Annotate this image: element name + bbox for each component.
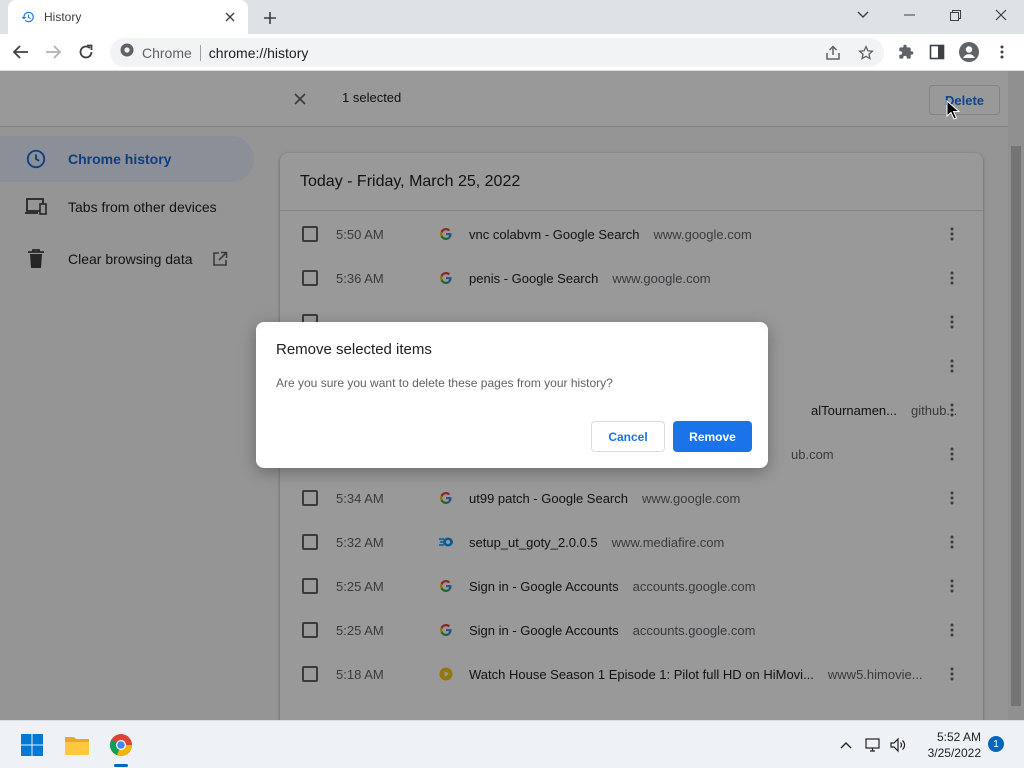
chevron-up-icon[interactable] — [836, 735, 856, 755]
tab-search-icon[interactable] — [840, 0, 886, 30]
reload-button[interactable] — [72, 38, 100, 66]
mouse-cursor-icon — [946, 100, 960, 120]
browser-toolbar: Chrome chrome://history — [0, 34, 1024, 71]
cancel-button[interactable]: Cancel — [591, 421, 665, 452]
tab-title: History — [44, 10, 82, 24]
notification-badge[interactable]: 1 — [988, 736, 1004, 752]
back-button[interactable] — [7, 38, 35, 66]
close-window-button[interactable] — [978, 0, 1024, 30]
new-tab-button[interactable] — [258, 6, 282, 30]
volume-icon[interactable] — [888, 735, 908, 755]
dialog-message: Are you sure you want to delete these pa… — [276, 376, 613, 390]
bookmark-star-icon[interactable] — [855, 42, 877, 64]
profile-avatar-icon[interactable] — [955, 38, 983, 66]
clock-date: 3/25/2022 — [927, 746, 981, 760]
clock-time: 5:52 AM — [936, 730, 981, 744]
forward-button[interactable] — [39, 38, 67, 66]
restore-button[interactable] — [932, 0, 978, 30]
chrome-icon — [120, 43, 134, 62]
address-divider — [199, 44, 201, 61]
windows-taskbar: 5:52 AM 3/25/2022 — [0, 720, 1024, 768]
minimize-button[interactable] — [886, 0, 932, 30]
tab-strip: History — [0, 0, 1024, 34]
tab-history[interactable]: History — [8, 0, 248, 34]
network-icon[interactable] — [863, 735, 883, 755]
windows-start-icon[interactable] — [16, 729, 48, 761]
history-icon — [20, 9, 36, 25]
file-explorer-icon[interactable] — [61, 729, 93, 761]
url-text: chrome://history — [208, 44, 309, 61]
kebab-menu-icon[interactable] — [988, 38, 1016, 66]
site-name: Chrome — [142, 44, 192, 61]
chrome-taskbar-icon[interactable] — [105, 729, 137, 761]
extensions-icon[interactable] — [892, 38, 920, 66]
remove-items-dialog: Remove selected items Are you sure you w… — [256, 322, 768, 468]
close-tab-icon[interactable] — [222, 9, 238, 25]
side-panel-icon[interactable] — [923, 38, 951, 66]
address-bar[interactable]: Chrome chrome://history — [110, 38, 884, 67]
active-app-indicator — [114, 764, 128, 767]
remove-button[interactable]: Remove — [673, 421, 752, 452]
system-clock[interactable]: 5:52 AM 3/25/2022 — [915, 729, 981, 761]
share-icon[interactable] — [822, 42, 844, 64]
dialog-title: Remove selected items — [276, 341, 432, 358]
